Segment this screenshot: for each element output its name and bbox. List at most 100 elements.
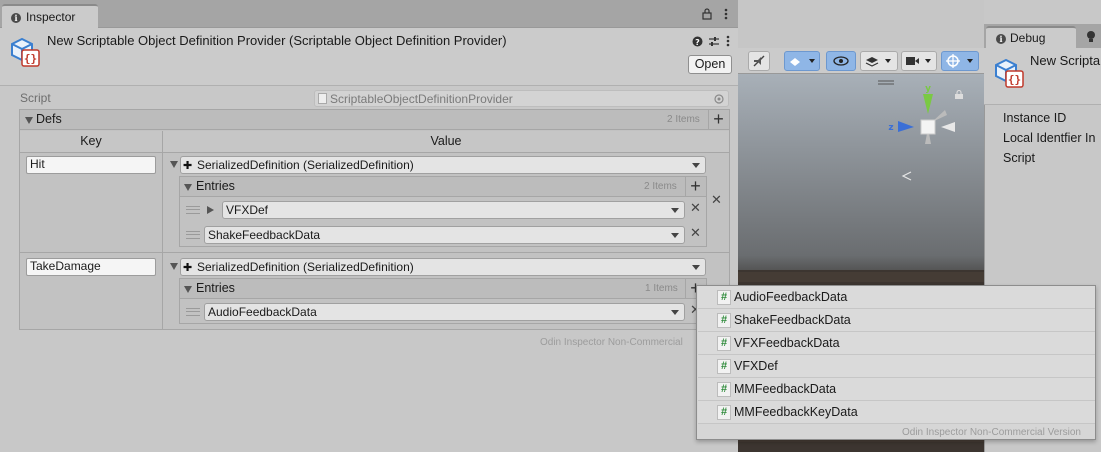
type-label: SerializedDefinition (SerializedDefiniti… [197, 260, 414, 274]
defs-label: Defs [36, 112, 62, 126]
entry-label: VFXDef [226, 203, 269, 217]
type-dropdown-takedamage[interactable]: ✚ SerializedDefinition (SerializedDefini… [180, 258, 706, 276]
key-field-takedamage[interactable]: TakeDamage [26, 258, 156, 276]
row-foldout-icon[interactable] [170, 263, 178, 270]
entries-foldout-icon [184, 286, 192, 293]
perspective-icon[interactable] [900, 170, 914, 182]
script-hash-icon: # [717, 359, 731, 374]
object-picker-icon [714, 94, 724, 104]
script-field-value: ScriptableObjectDefinitionProvider [330, 92, 513, 106]
popup-item-vfxdef[interactable]: # VFXDef [698, 355, 1095, 378]
popup-item-mmfeedbackkeydata[interactable]: # MMFeedbackKeyData [698, 401, 1095, 424]
popup-watermark: Odin Inspector Non-Commercial Version [902, 427, 1081, 438]
scriptable-object-icon: {} [995, 58, 1024, 88]
lock-icon[interactable] [702, 8, 712, 20]
inspector-tab-label: Inspector [26, 10, 76, 24]
remove-row-icon[interactable]: ✕ [711, 193, 722, 208]
entries-header-hit[interactable]: Entries 2 Items + [180, 177, 706, 197]
divider [20, 252, 729, 253]
row-foldout-icon[interactable] [170, 161, 178, 168]
kebab-menu-icon[interactable] [724, 8, 728, 20]
script-field: ScriptableObjectDefinitionProvider [314, 90, 729, 107]
script-file-icon [318, 93, 327, 104]
debug-tab-label: Debug [1010, 31, 1046, 45]
svg-text:{}: {} [24, 52, 37, 65]
chevron-down-icon [671, 208, 679, 213]
divider [20, 152, 729, 153]
inspector-window: i Inspector {} New Scriptable Object Def… [0, 0, 738, 452]
orientation-gizmo-icon[interactable]: y z [885, 84, 960, 154]
popup-item-vfxfeedbackdata[interactable]: # VFXFeedbackData [698, 332, 1095, 355]
info-icon: i [996, 34, 1006, 44]
debug-instance-id-label: Instance ID [1003, 111, 1067, 125]
settings-sliders-icon[interactable] [708, 36, 720, 47]
effects-toggle[interactable] [784, 51, 820, 71]
svg-text:{}: {} [1008, 73, 1021, 86]
defs-count: 2 Items [667, 114, 700, 125]
debug-script-label: Script [1003, 151, 1035, 165]
entry-foldout-icon[interactable] [207, 206, 214, 214]
popup-item-mmfeedbackdata[interactable]: # MMFeedbackData [698, 378, 1095, 401]
type-dropdown-hit[interactable]: ✚ SerializedDefinition (SerializedDefini… [180, 156, 706, 174]
audio-toggle[interactable] [748, 51, 770, 71]
entries-foldout-icon [184, 184, 192, 191]
puzzle-icon: ✚ [183, 159, 193, 172]
visibility-toggle[interactable] [826, 51, 856, 71]
defs-header[interactable]: Defs 2 Items + [20, 110, 729, 130]
gizmos-dropdown[interactable] [941, 51, 979, 71]
key-field-hit[interactable]: Hit [26, 156, 156, 174]
value-column-header: Value [163, 131, 729, 152]
drag-handle-icon[interactable] [186, 206, 200, 214]
puzzle-icon: ✚ [183, 261, 193, 274]
remove-entry-icon[interactable]: ✕ [690, 201, 701, 216]
svg-text:y: y [925, 84, 931, 94]
script-hash-icon: # [717, 336, 731, 351]
popup-item-label: AudioFeedbackData [734, 290, 848, 304]
type-label: SerializedDefinition (SerializedDefiniti… [197, 158, 414, 172]
popup-item-shakefeedbackdata[interactable]: # ShakeFeedbackData [698, 309, 1095, 332]
header-kebab-icon[interactable] [726, 35, 730, 47]
drag-handle-icon[interactable] [186, 231, 200, 239]
entry-dropdown-audio[interactable]: AudioFeedbackData [204, 303, 685, 321]
defs-add-button[interactable]: + [708, 110, 728, 130]
camera-dropdown[interactable] [901, 51, 937, 71]
debug-tab[interactable]: i Debug [986, 26, 1076, 48]
entries-label: Entries [196, 281, 235, 295]
drag-handle-icon[interactable] [186, 308, 200, 316]
entry-dropdown-shake[interactable]: ShakeFeedbackData [204, 226, 685, 244]
remove-entry-icon[interactable]: ✕ [690, 226, 701, 241]
key-column-header: Key [20, 131, 162, 152]
inspector-tab[interactable]: i Inspector [2, 4, 98, 28]
entry-label: AudioFeedbackData [208, 305, 317, 319]
open-button[interactable]: Open [688, 55, 732, 74]
popup-item-label: VFXFeedbackData [734, 336, 840, 350]
defs-foldout-icon [25, 117, 33, 124]
entries-count: 2 Items [644, 181, 677, 192]
chevron-down-icon [671, 310, 679, 315]
help-icon[interactable]: ? [692, 36, 703, 47]
chevron-down-icon [692, 265, 700, 270]
inspector-header: {} New Scriptable Object Definition Prov… [0, 28, 738, 86]
layers-dropdown[interactable] [860, 51, 898, 71]
popup-item-audiofeedbackdata[interactable]: # AudioFeedbackData [698, 286, 1095, 309]
popup-item-label: ShakeFeedbackData [734, 313, 851, 327]
axis-z-label: z [888, 123, 893, 133]
script-hash-icon: # [717, 313, 731, 328]
entries-header-takedamage[interactable]: Entries 1 Items + [180, 279, 706, 299]
debug-local-identifier-label: Local Identfier In [1003, 131, 1096, 145]
debug-object-title: New Scripta [1030, 53, 1101, 68]
inspector-tab-bar [0, 0, 738, 28]
object-title: New Scriptable Object Definition Provide… [47, 33, 507, 48]
entries-add-button[interactable]: + [685, 177, 705, 197]
entry-label: ShakeFeedbackData [208, 228, 321, 242]
lightbulb-icon[interactable] [1086, 30, 1096, 43]
entry-dropdown-vfxdef[interactable]: VFXDef [222, 201, 685, 219]
popup-item-label: MMFeedbackData [734, 382, 837, 396]
script-hash-icon: # [717, 405, 731, 420]
chevron-down-icon [671, 233, 679, 238]
scene-toolbar [738, 48, 984, 74]
info-icon: i [11, 13, 21, 23]
debug-header: {} New Scripta [984, 48, 1101, 105]
chevron-down-icon [692, 163, 700, 168]
entries-label: Entries [196, 179, 235, 193]
